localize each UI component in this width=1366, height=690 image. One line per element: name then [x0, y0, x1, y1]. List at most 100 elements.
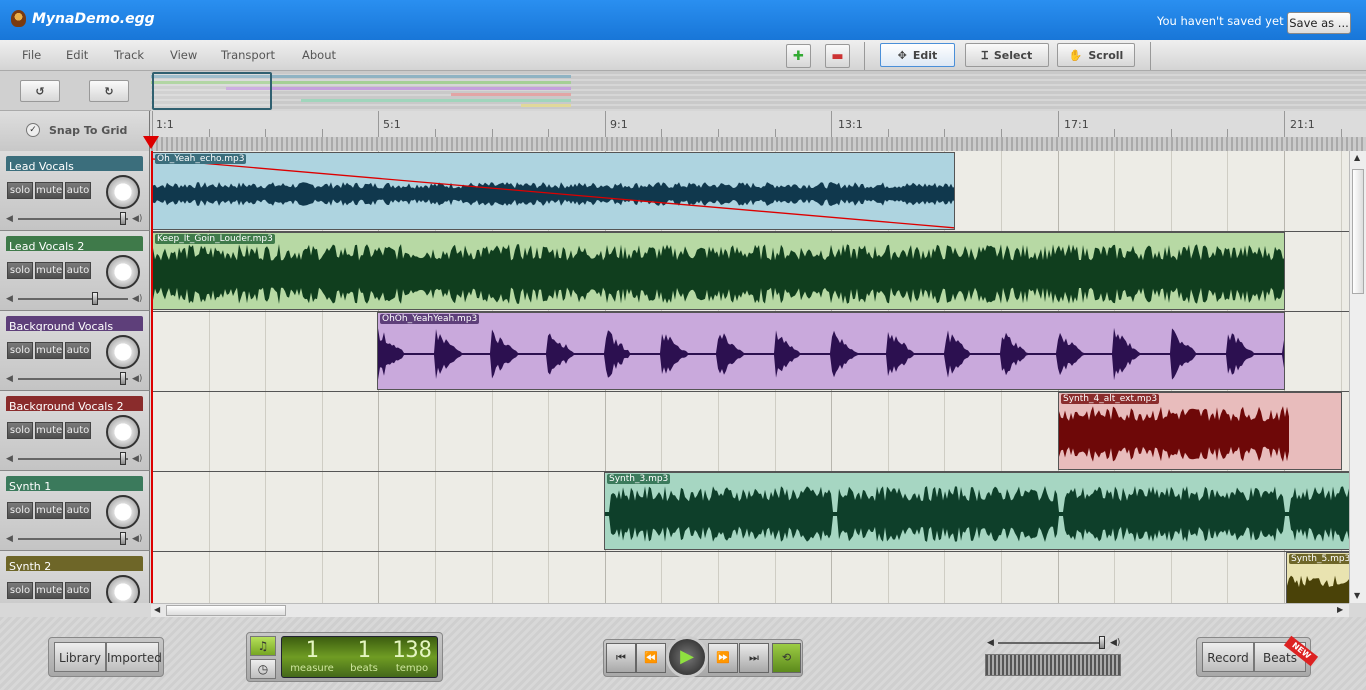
record-button[interactable]: Record	[1202, 642, 1254, 672]
rewind-button[interactable]: ⏪	[636, 643, 666, 673]
play-icon: ▶	[680, 646, 694, 667]
save-as-button[interactable]: Save as ...	[1287, 12, 1351, 34]
vertical-scroll-thumb[interactable]	[1352, 169, 1364, 294]
track-name[interactable]: Synth 2	[6, 556, 143, 571]
overview-viewport-handle[interactable]	[152, 72, 272, 110]
rewind-icon: ⏪	[644, 651, 658, 664]
menu-edit[interactable]: Edit	[66, 48, 88, 62]
undo-button[interactable]: ↺	[20, 80, 60, 102]
mute-button[interactable]: mute	[35, 422, 63, 439]
pan-knob[interactable]	[106, 175, 140, 209]
track-name[interactable]: Lead Vocals	[6, 156, 143, 171]
pan-knob[interactable]	[106, 495, 140, 529]
song-overview[interactable]	[151, 71, 1366, 111]
volume-slider[interactable]	[18, 298, 128, 300]
pan-knob[interactable]	[106, 255, 140, 289]
clip[interactable]: Synth_4_alt_ext.mp3	[1058, 392, 1342, 470]
solo-button[interactable]: solo	[7, 262, 33, 279]
clip[interactable]: Synth_3.mp3	[604, 472, 1349, 550]
menu-view[interactable]: View	[170, 48, 197, 62]
solo-button[interactable]: solo	[7, 422, 33, 439]
tempo-value[interactable]: 138	[388, 638, 436, 663]
volume-slider-thumb[interactable]	[92, 292, 98, 305]
playhead-marker[interactable]	[143, 136, 159, 149]
menu-track[interactable]: Track	[114, 48, 144, 62]
volume-slider-thumb[interactable]	[120, 532, 126, 545]
volume-slider[interactable]	[18, 218, 128, 220]
mute-button[interactable]: mute	[35, 582, 63, 599]
scroll-up-icon[interactable]: ▲	[1354, 153, 1360, 162]
auto-button[interactable]: auto	[65, 342, 91, 359]
volume-automation-line[interactable]	[153, 153, 955, 230]
clip[interactable]: Keep_It_Goin_Louder.mp3	[152, 232, 1285, 310]
track-name[interactable]: Lead Vocals 2	[6, 236, 143, 251]
mute-button[interactable]: mute	[35, 262, 63, 279]
redo-button[interactable]: ↻	[89, 80, 129, 102]
menu-file[interactable]: File	[22, 48, 41, 62]
clip[interactable]: Synth_5.mp3	[1286, 552, 1349, 603]
pan-knob[interactable]	[106, 335, 140, 369]
clip-name: Keep_It_Goin_Louder.mp3	[155, 234, 275, 244]
mute-button[interactable]: mute	[35, 502, 63, 519]
track-header: Synth 1 solo mute auto ◀ ◀)	[0, 471, 150, 551]
scroll-right-icon[interactable]: ▶	[1337, 605, 1343, 614]
pan-knob[interactable]	[106, 415, 140, 449]
auto-button[interactable]: auto	[65, 422, 91, 439]
fast-forward-button[interactable]: ⏩	[708, 643, 738, 673]
vertical-scrollbar[interactable]: ▲ ▼	[1349, 151, 1366, 603]
clip[interactable]: Oh_Yeah_echo.mp3	[152, 152, 955, 230]
ruler-label: 1:1	[156, 118, 174, 131]
add-track-button[interactable]: ✚	[786, 44, 811, 68]
play-button[interactable]: ▶	[666, 636, 708, 678]
remove-track-button[interactable]: ▬	[825, 44, 850, 68]
track-name[interactable]: Background Vocals 2	[6, 396, 143, 411]
master-volume-thumb[interactable]	[1099, 636, 1105, 649]
scroll-down-icon[interactable]: ▼	[1354, 591, 1360, 600]
master-volume-slider[interactable]	[998, 642, 1102, 644]
clip[interactable]: OhOh_YeahYeah.mp3	[377, 312, 1285, 390]
time-mode-button[interactable]: ◷	[250, 659, 276, 679]
volume-low-icon: ◀	[6, 214, 13, 224]
menu-transport[interactable]: Transport	[221, 48, 275, 62]
track-area[interactable]: Oh_Yeah_echo.mp3 Keep_It_Goin_Louder.mp3…	[151, 151, 1349, 603]
volume-slider-thumb[interactable]	[120, 212, 126, 225]
beat-mode-button[interactable]: ♫	[250, 636, 276, 656]
volume-slider[interactable]	[18, 378, 128, 380]
track-name[interactable]: Background Vocals	[6, 316, 143, 331]
pan-knob[interactable]	[106, 575, 140, 603]
ruler-tick	[435, 129, 436, 137]
solo-button[interactable]: solo	[7, 342, 33, 359]
imported-button[interactable]: Imported	[106, 642, 162, 672]
horizontal-scrollbar[interactable]: ◀ ▶	[151, 603, 1349, 617]
track-name[interactable]: Synth 1	[6, 476, 143, 491]
skip-to-end-button[interactable]: ⏭	[739, 643, 769, 673]
volume-slider-thumb[interactable]	[120, 452, 126, 465]
auto-button[interactable]: auto	[65, 502, 91, 519]
skip-to-start-button[interactable]: ⏮	[606, 643, 636, 673]
scroll-left-icon[interactable]: ◀	[154, 605, 160, 614]
solo-button[interactable]: solo	[7, 502, 33, 519]
loop-button[interactable]: ⟲	[772, 643, 801, 673]
auto-button[interactable]: auto	[65, 582, 91, 599]
mute-button[interactable]: mute	[35, 182, 63, 199]
ruler-label: 9:1	[610, 118, 628, 131]
horizontal-scroll-thumb[interactable]	[166, 605, 286, 616]
auto-button[interactable]: auto	[65, 182, 91, 199]
auto-button[interactable]: auto	[65, 262, 91, 279]
solo-button[interactable]: solo	[7, 182, 33, 199]
volume-slider[interactable]	[18, 538, 128, 540]
ruler-label: 21:1	[1290, 118, 1315, 131]
volume-slider-thumb[interactable]	[120, 372, 126, 385]
scroll-mode-button[interactable]: ✋ Scroll	[1057, 43, 1135, 67]
menu-about[interactable]: About	[302, 48, 336, 62]
app-title: MynaDemo.egg	[32, 11, 155, 27]
select-mode-button[interactable]: Ɪ Select	[965, 43, 1049, 67]
volume-slider[interactable]	[18, 458, 128, 460]
level-meter	[985, 654, 1121, 676]
snap-checkbox[interactable]: ✓	[26, 123, 40, 137]
solo-button[interactable]: solo	[7, 582, 33, 599]
edit-mode-button[interactable]: ✥ Edit	[880, 43, 955, 67]
mute-button[interactable]: mute	[35, 342, 63, 359]
measure-label: measure	[290, 663, 334, 674]
library-button[interactable]: Library	[54, 642, 106, 672]
